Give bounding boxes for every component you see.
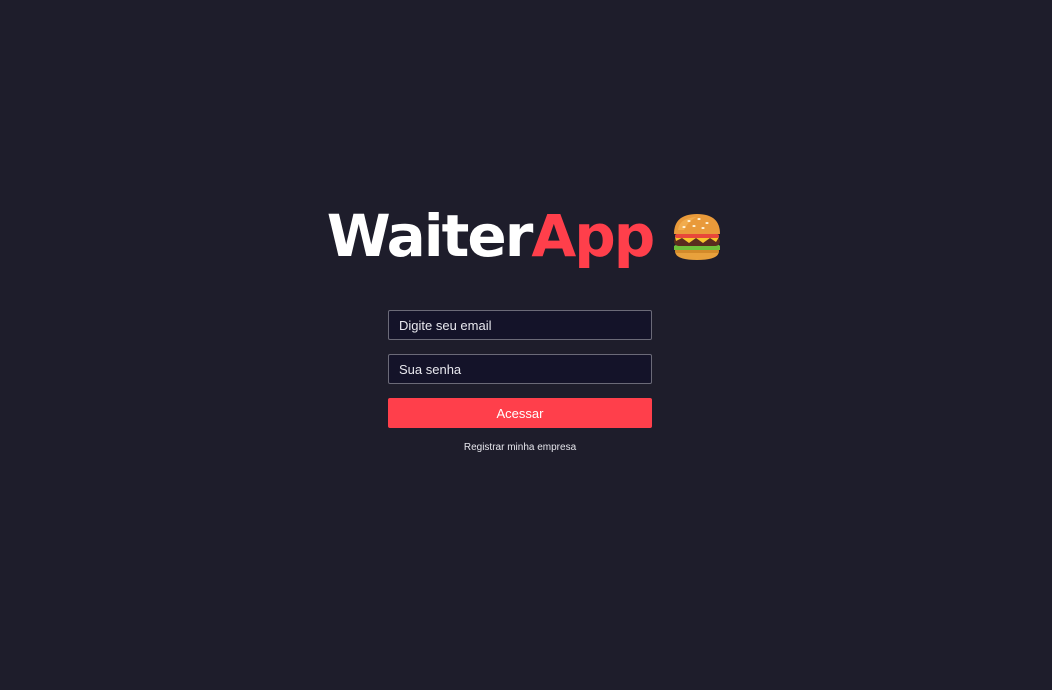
app-logo: WaiterApp — [0, 200, 1052, 272]
login-form: Acessar Registrar minha empresa — [388, 310, 652, 453]
login-page: WaiterApp Acessar — [0, 0, 1052, 690]
hamburger-icon — [674, 214, 721, 260]
login-button[interactable]: Acessar — [388, 398, 652, 428]
logo-text: WaiterApp — [326, 200, 656, 272]
register-company-link[interactable]: Registrar minha empresa — [388, 442, 652, 453]
password-field[interactable] — [388, 354, 652, 384]
email-field[interactable] — [388, 310, 652, 340]
logo-text-waiter: Waiter — [326, 202, 534, 270]
logo-text-app: App — [531, 202, 655, 270]
